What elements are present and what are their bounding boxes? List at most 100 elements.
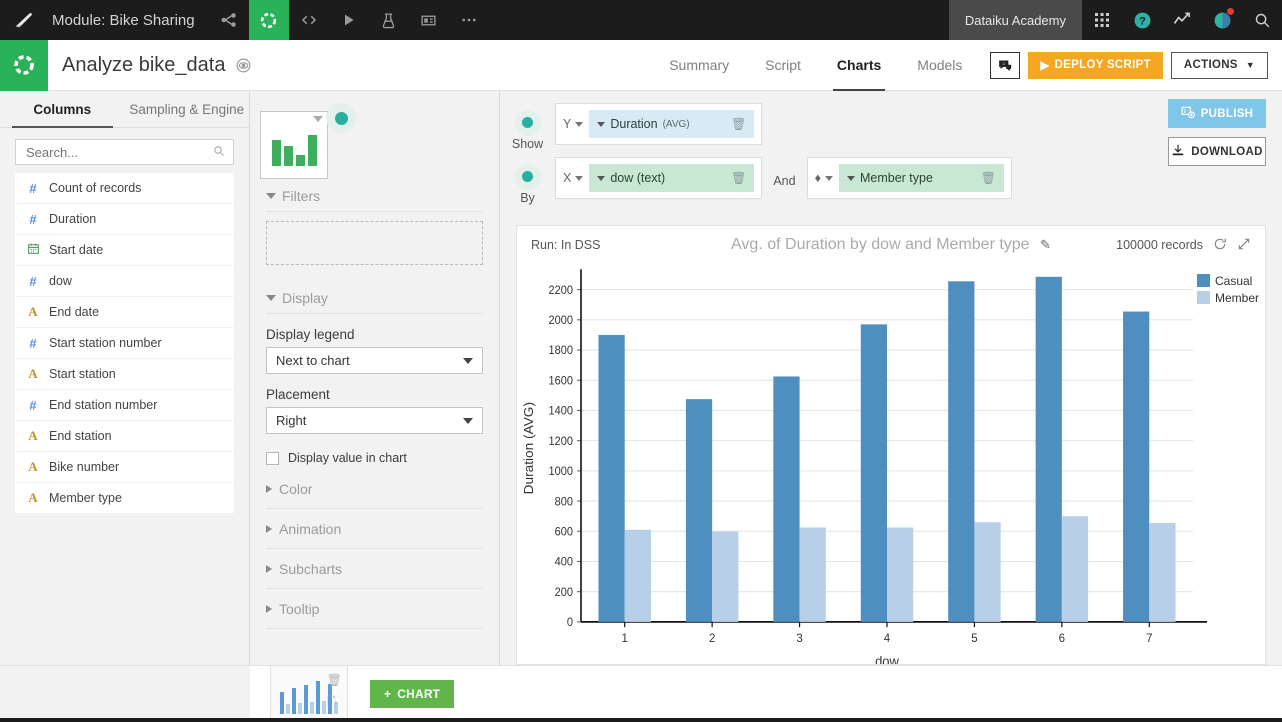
tab-script[interactable]: Script	[747, 40, 819, 91]
records-count-label: 100000 records	[1116, 238, 1203, 252]
visibility-icon[interactable]	[235, 57, 252, 74]
trash-icon[interactable]: 🗑	[731, 117, 746, 131]
chart-thumbnail[interactable]: 🗑 🗋	[270, 666, 348, 722]
refresh-icon[interactable]	[1213, 237, 1227, 254]
activity-icon[interactable]	[1162, 0, 1202, 40]
x-axis-selector[interactable]: X	[563, 171, 584, 185]
color-section-header[interactable]: Color	[266, 469, 483, 509]
string-type-icon: A	[28, 304, 38, 319]
publish-button[interactable]: PUBLISH	[1168, 99, 1266, 128]
download-label: DOWNLOAD	[1191, 145, 1263, 158]
dataiku-logo-icon[interactable]	[0, 0, 48, 40]
list-item[interactable]: # End station number	[15, 390, 234, 420]
add-chart-button[interactable]: + CHART	[370, 680, 455, 708]
x-axis-dropzone[interactable]: X dow (text) 🗑	[555, 157, 763, 199]
thumb-bar	[283, 146, 293, 166]
list-item[interactable]: Start date	[15, 235, 234, 265]
flow-icon[interactable]	[209, 0, 249, 40]
profile-avatar-icon[interactable]	[1202, 0, 1242, 40]
copy-icon[interactable]: 🗋	[327, 693, 342, 714]
tab-charts[interactable]: Charts	[819, 40, 899, 91]
list-item[interactable]: # Start station number	[15, 328, 234, 358]
expand-icon[interactable]	[1237, 237, 1251, 254]
tab-models[interactable]: Models	[899, 40, 980, 91]
number-type-icon: #	[29, 211, 37, 227]
filters-dropzone[interactable]	[266, 221, 483, 265]
chart-title-text: Avg. of Duration by dow and Member type	[731, 236, 1030, 253]
lab-icon[interactable]	[369, 0, 409, 40]
more-icon[interactable]	[449, 0, 489, 40]
help-icon[interactable]: ?	[1122, 0, 1162, 40]
tab-summary[interactable]: Summary	[651, 40, 747, 91]
pencil-icon[interactable]: ✎	[1040, 237, 1051, 252]
y-field-pill[interactable]: Duration (AVG) 🗑	[589, 110, 755, 138]
list-item[interactable]: A Start station	[15, 359, 234, 389]
chart-type-selector[interactable]	[260, 111, 328, 179]
actions-button[interactable]: ACTIONS ▼	[1170, 51, 1268, 79]
dropzone-fields: Y Duration (AVG) 🗑 X dow (text) 🗑 And ♦ …	[555, 103, 1012, 211]
display-legend-select[interactable]: Next to chart	[266, 347, 483, 374]
jobs-play-icon[interactable]	[329, 0, 369, 40]
search-input[interactable]	[24, 143, 213, 161]
trash-icon[interactable]: 🗑	[981, 171, 996, 185]
chevron-down-icon	[463, 417, 473, 424]
placement-select[interactable]: Right	[266, 407, 483, 434]
svg-text:400: 400	[555, 556, 573, 568]
search-icon[interactable]	[1242, 0, 1282, 40]
chevron-down-icon: ▼	[1245, 60, 1255, 70]
chevron-down-icon	[846, 175, 855, 181]
group-axis-selector[interactable]: ♦	[815, 171, 833, 185]
column-name: dow	[49, 274, 72, 288]
trash-icon[interactable]: 🗑	[731, 171, 746, 185]
group-field-pill[interactable]: Member type 🗑	[838, 164, 1004, 192]
download-button[interactable]: DOWNLOAD	[1168, 137, 1266, 166]
animation-section-header[interactable]: Animation	[266, 509, 483, 549]
tooltip-section-header[interactable]: Tooltip	[266, 589, 483, 629]
filters-section-header[interactable]: Filters	[266, 179, 483, 212]
tab-sampling-engine[interactable]: Sampling & Engine	[125, 91, 250, 127]
triangle-down-icon	[266, 295, 276, 301]
list-item[interactable]: A Bike number	[15, 452, 234, 482]
y-axis-selector[interactable]: Y	[563, 117, 584, 131]
group-dropzone[interactable]: ♦ Member type 🗑	[806, 157, 1012, 199]
display-section-header[interactable]: Display	[266, 281, 483, 314]
list-item[interactable]: # Count of records	[15, 173, 234, 203]
add-chart-label: CHART	[397, 687, 441, 701]
search-box[interactable]	[15, 139, 234, 165]
y-axis-dropzone[interactable]: Y Duration (AVG) 🗑	[555, 103, 763, 145]
by-label: By	[520, 190, 535, 205]
svg-text:200: 200	[555, 587, 573, 599]
run-engine-label[interactable]: Run: In DSS	[531, 238, 600, 252]
legend-item[interactable]: Member	[1196, 289, 1259, 306]
triangle-down-icon	[266, 193, 276, 199]
trash-icon[interactable]: 🗑	[327, 673, 342, 687]
apps-grid-icon[interactable]	[1082, 0, 1122, 40]
code-icon[interactable]	[289, 0, 329, 40]
deploy-script-button[interactable]: ▶ DEPLOY SCRIPT	[1028, 51, 1163, 79]
legend-item[interactable]: Casual	[1196, 272, 1259, 289]
list-item[interactable]: A End date	[15, 297, 234, 327]
list-item[interactable]: # dow	[15, 266, 234, 296]
svg-text:1800: 1800	[549, 345, 573, 357]
display-value-checkbox[interactable]	[266, 451, 279, 465]
publish-label: PUBLISH	[1200, 107, 1254, 120]
animation-label: Animation	[279, 521, 342, 537]
list-item[interactable]: # Duration	[15, 204, 234, 234]
subcharts-section-header[interactable]: Subcharts	[266, 549, 483, 589]
dashboard-icon[interactable]	[409, 0, 449, 40]
svg-text:1400: 1400	[549, 405, 573, 417]
header-buttons: ▶ DEPLOY SCRIPT ACTIONS ▼	[980, 51, 1282, 79]
list-item[interactable]: A Member type	[15, 483, 234, 513]
page-header: Analyze bike_data Summary Script Charts …	[0, 39, 1282, 91]
play-icon: ▶	[1040, 60, 1050, 72]
dataset-icon[interactable]	[248, 0, 289, 40]
display-value-row[interactable]: Display value in chart	[266, 451, 483, 465]
account-label[interactable]: Dataiku Academy	[948, 0, 1082, 40]
comment-add-icon[interactable]	[990, 51, 1021, 79]
chevron-down-icon	[313, 116, 323, 122]
list-item[interactable]: A End station	[15, 421, 234, 451]
chart-type-selector-wrapper	[250, 91, 499, 179]
x-field-pill[interactable]: dow (text) 🗑	[589, 164, 755, 192]
plus-icon: +	[384, 687, 392, 701]
tab-columns[interactable]: Columns	[0, 91, 125, 128]
